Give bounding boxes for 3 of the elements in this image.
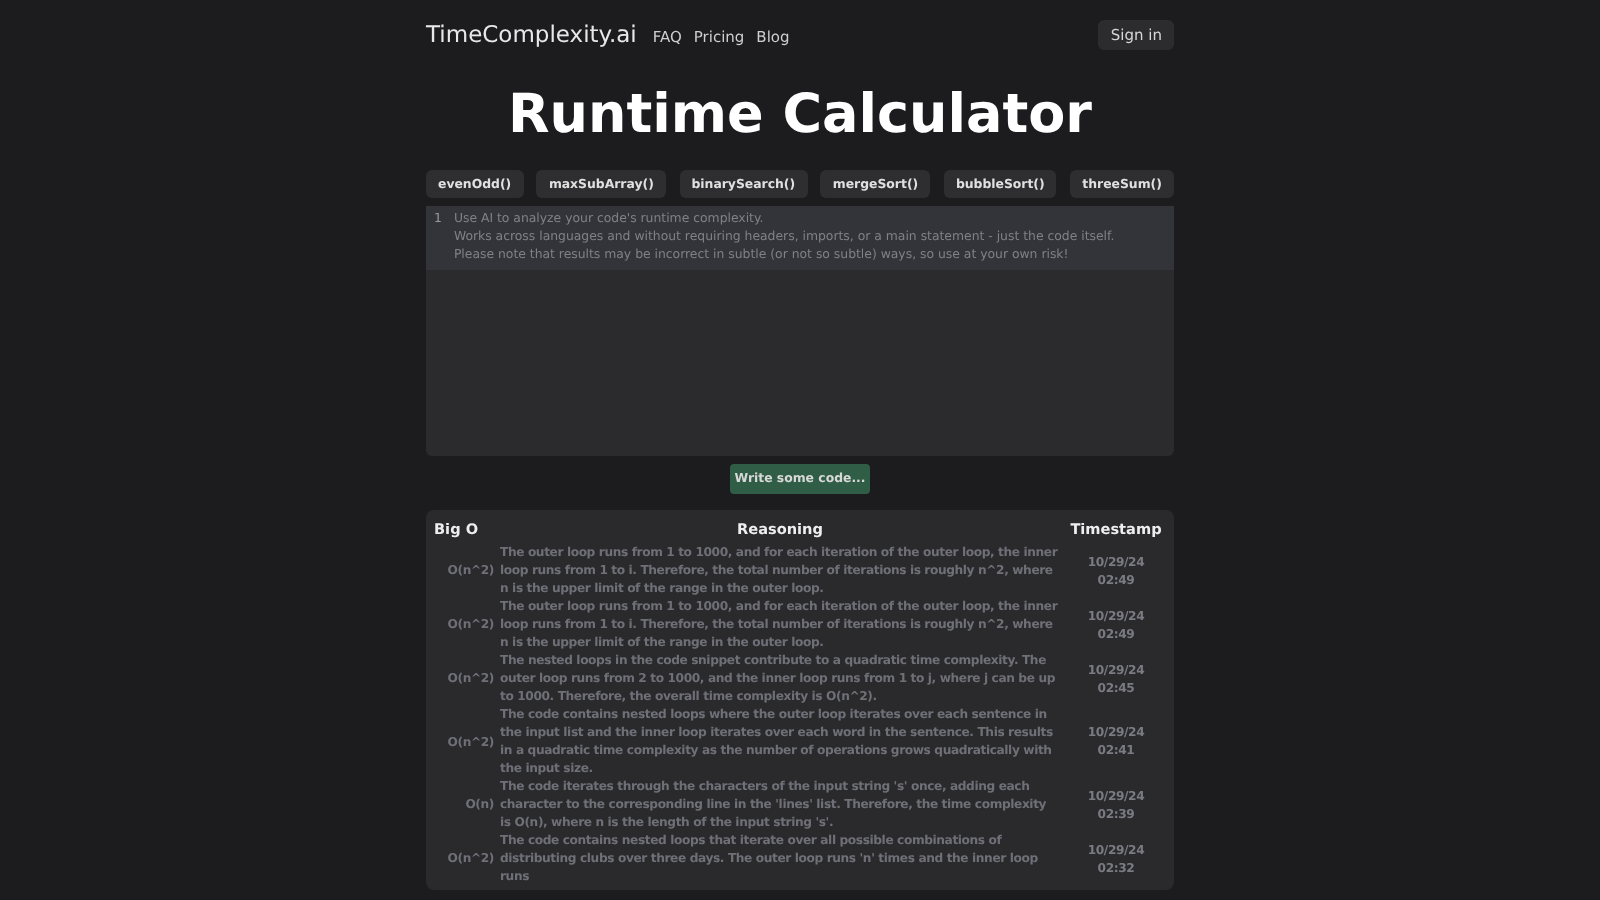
page-title: Runtime Calculator: [505, 82, 1094, 150]
site-logo[interactable]: TimeComplexity.ai: [426, 20, 637, 48]
code-editor[interactable]: [426, 206, 1174, 456]
